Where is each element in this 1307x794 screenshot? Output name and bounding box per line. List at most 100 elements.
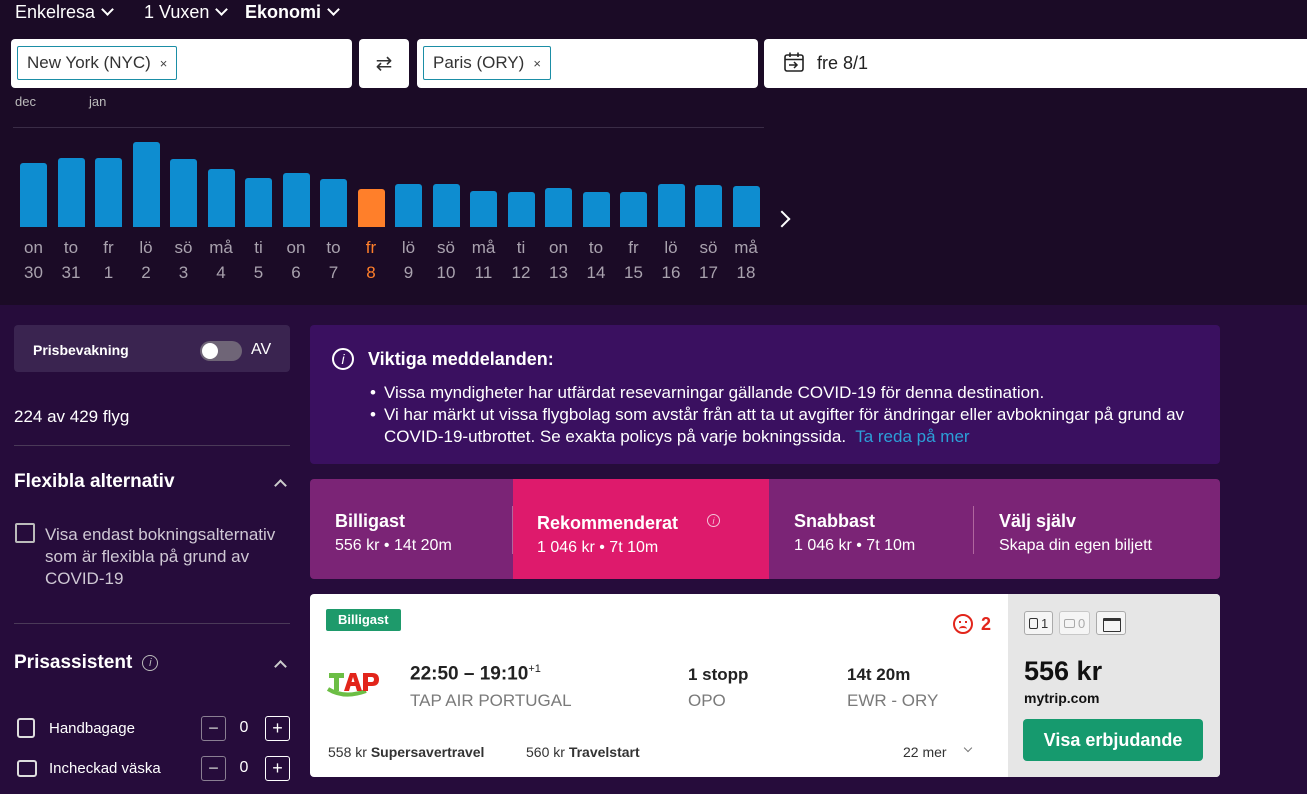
hand-bag-plus-button[interactable]: + — [265, 715, 290, 741]
price-bar[interactable] — [95, 158, 122, 227]
origin-chip[interactable]: New York (NYC) × — [17, 46, 178, 80]
price-bar[interactable] — [170, 159, 197, 227]
info-icon[interactable]: i — [142, 655, 159, 671]
price-bar[interactable] — [132, 142, 160, 227]
day-number-label[interactable]: 11 — [465, 263, 503, 283]
weekday-label[interactable]: to — [52, 238, 90, 258]
weekday-label[interactable]: lö — [127, 238, 165, 258]
alt-offer[interactable]: 558 kr Supersavertravel — [328, 744, 484, 760]
price-bar[interactable] — [57, 158, 85, 227]
price-bar[interactable] — [432, 184, 460, 227]
cheapest-badge: Billigast — [326, 609, 401, 631]
day-number-label[interactable]: 17 — [690, 263, 728, 283]
close-icon[interactable]: × — [533, 56, 541, 71]
day-number-label[interactable]: 16 — [652, 263, 690, 283]
month-label: jan — [89, 94, 107, 109]
price-bar[interactable] — [282, 173, 310, 227]
price-alert-toggle[interactable] — [200, 341, 242, 361]
price-bar[interactable] — [695, 185, 722, 227]
price-bar[interactable] — [732, 186, 760, 227]
passengers-select[interactable]: 1 Vuxen — [144, 0, 229, 24]
cabin-select[interactable]: Ekonomi — [245, 0, 340, 24]
flight-result-card[interactable]: Billigast 2 22:50 – 19:10+1 TAP AIR PORT… — [310, 594, 1220, 777]
weekday-label[interactable]: sö — [427, 238, 465, 258]
day-number-label[interactable]: 30 — [15, 263, 53, 283]
price-bar[interactable] — [657, 184, 685, 227]
learn-more-link[interactable]: Ta reda på mer — [855, 427, 969, 446]
price-bar[interactable] — [507, 192, 535, 227]
tab-custom[interactable]: Välj själv Skapa din egen biljett — [974, 479, 1220, 579]
origin-field[interactable]: New York (NYC) × — [11, 39, 352, 88]
weekday-label[interactable]: ti — [240, 238, 278, 258]
chevron-up-icon[interactable] — [274, 479, 287, 492]
price-bar[interactable] — [207, 169, 235, 227]
alt-offer[interactable]: 560 kr Travelstart — [526, 744, 640, 760]
flex-checkbox[interactable] — [15, 523, 35, 543]
day-number-label[interactable]: 10 — [427, 263, 465, 283]
price-bar[interactable] — [470, 191, 497, 227]
day-number-label[interactable]: 15 — [615, 263, 653, 283]
price-bar[interactable] — [20, 163, 47, 227]
price-bar[interactable] — [620, 192, 647, 227]
hand-bag-minus-button[interactable]: − — [201, 715, 226, 741]
day-number-label[interactable]: 9 — [390, 263, 428, 283]
weekday-label[interactable]: fr — [615, 238, 653, 258]
weekday-label[interactable]: on — [15, 238, 53, 258]
day-number-label[interactable]: 13 — [540, 263, 578, 283]
weekday-label[interactable]: sö — [165, 238, 203, 258]
day-number-label[interactable]: 8 — [352, 263, 390, 283]
tab-cheapest[interactable]: Billigast 556 kr • 14t 20m — [310, 479, 513, 579]
swap-button[interactable]: ⇄ — [359, 39, 409, 88]
day-number-label[interactable]: 18 — [727, 263, 765, 283]
weekday-label[interactable]: ti — [502, 238, 540, 258]
weekday-label[interactable]: lö — [652, 238, 690, 258]
chevron-up-icon[interactable] — [274, 660, 287, 673]
sad-face-icon[interactable] — [953, 614, 973, 634]
price-bar[interactable] — [545, 188, 572, 227]
trip-type-select[interactable]: Enkelresa — [15, 0, 114, 24]
info-icon[interactable]: i — [707, 514, 720, 527]
price-bar[interactable] — [357, 189, 385, 227]
weekday-label[interactable]: on — [277, 238, 315, 258]
day-number-label[interactable]: 4 — [202, 263, 240, 283]
weekday-label[interactable]: to — [577, 238, 615, 258]
tab-fastest[interactable]: Snabbast 1 046 kr • 7t 10m — [769, 479, 969, 579]
assistant-section-title[interactable]: Prisassistent i — [14, 652, 159, 674]
day-number-label[interactable]: 31 — [52, 263, 90, 283]
price-bar[interactable] — [582, 192, 610, 227]
weekday-label[interactable]: fr — [352, 238, 390, 258]
checked-bag-minus-button[interactable]: − — [201, 755, 226, 781]
checked-bag-plus-button[interactable]: + — [265, 755, 290, 781]
weekday-label[interactable]: fr — [90, 238, 128, 258]
view-offer-button[interactable]: Visa erbjudande — [1023, 719, 1203, 761]
price-bar[interactable] — [395, 184, 422, 227]
chevron-down-icon[interactable] — [963, 743, 973, 753]
price-bar[interactable] — [245, 178, 272, 227]
weekday-label[interactable]: må — [727, 238, 765, 258]
weekday-label[interactable]: sö — [690, 238, 728, 258]
weekday-label[interactable]: lö — [390, 238, 428, 258]
day-number-label[interactable]: 12 — [502, 263, 540, 283]
notice-title: Viktiga meddelanden: — [368, 349, 554, 369]
tab-recommended[interactable]: Rekommenderat i 1 046 kr • 7t 10m — [513, 479, 769, 579]
weekday-label[interactable]: må — [465, 238, 503, 258]
tab-title: Billigast — [335, 511, 406, 531]
destination-chip[interactable]: Paris (ORY) × — [423, 46, 551, 80]
day-number-label[interactable]: 2 — [127, 263, 165, 283]
weekday-label[interactable]: to — [315, 238, 353, 258]
day-number-label[interactable]: 6 — [277, 263, 315, 283]
weekday-label[interactable]: må — [202, 238, 240, 258]
tab-title: Snabbast — [794, 511, 876, 531]
destination-field[interactable]: Paris (ORY) × — [417, 39, 758, 88]
price-bar[interactable] — [320, 179, 347, 227]
day-number-label[interactable]: 14 — [577, 263, 615, 283]
close-icon[interactable]: × — [160, 56, 168, 71]
day-number-label[interactable]: 1 — [90, 263, 128, 283]
day-number-label[interactable]: 5 — [240, 263, 278, 283]
day-number-label[interactable]: 7 — [315, 263, 353, 283]
date-field[interactable]: fre 8/1 — [764, 39, 1307, 88]
more-offers-link[interactable]: 22 mer — [903, 744, 947, 760]
flex-section-title[interactable]: Flexibla alternativ — [14, 471, 175, 493]
weekday-label[interactable]: on — [540, 238, 578, 258]
day-number-label[interactable]: 3 — [165, 263, 203, 283]
